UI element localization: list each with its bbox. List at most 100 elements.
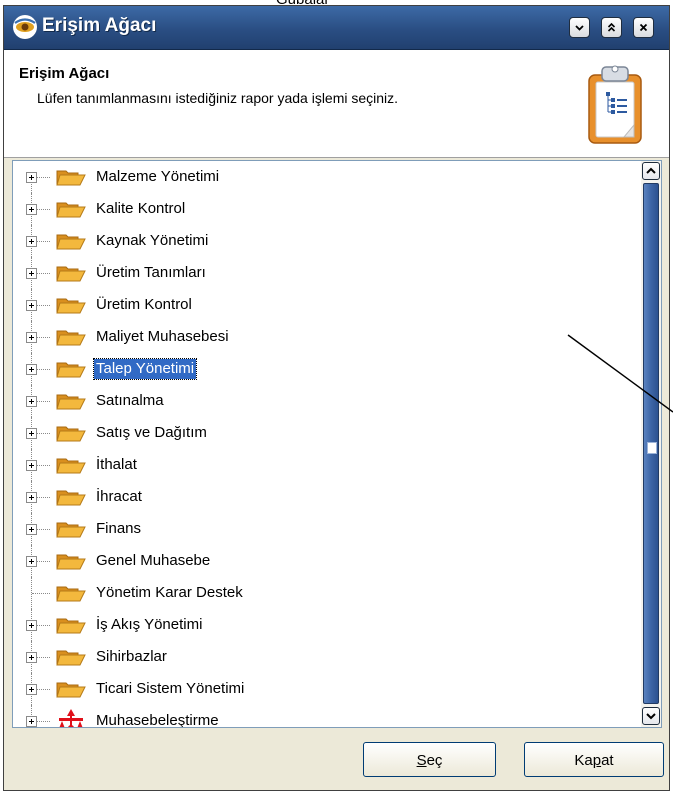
minimize-button[interactable] (569, 17, 590, 38)
tree-item[interactable]: Satış ve Dağıtım (13, 417, 633, 449)
eye-icon (13, 15, 37, 39)
expand-toggle-icon[interactable] (26, 556, 37, 567)
expand-toggle-icon[interactable] (26, 716, 37, 727)
double-chevron-up-icon (607, 22, 616, 32)
tree-item[interactable]: Üretim Kontrol (13, 289, 633, 321)
arrow-up-icon (646, 167, 656, 174)
tree-item-label[interactable]: İthalat (94, 455, 139, 475)
folder-icon (56, 615, 86, 640)
tree-item-label[interactable]: Sihirbazlar (94, 647, 169, 667)
maximize-button[interactable] (601, 17, 622, 38)
tree-item-label[interactable]: Ticari Sistem Yönetimi (94, 679, 246, 699)
scroll-down-button[interactable] (642, 707, 660, 725)
tree-item-label[interactable]: Maliyet Muhasebesi (94, 327, 231, 347)
folder-icon (56, 583, 86, 608)
folder-icon (56, 487, 86, 512)
close-label-pre: Ka (574, 752, 593, 769)
tree-item-label[interactable]: Genel Muhasebe (94, 551, 212, 571)
tree-item[interactable]: Finans (13, 513, 633, 545)
folder-icon (56, 263, 86, 288)
folder-icon (56, 391, 86, 416)
expand-toggle-icon[interactable] (26, 204, 37, 215)
tree-item-label[interactable]: Finans (94, 519, 143, 539)
close-button[interactable] (633, 17, 654, 38)
folder-icon (56, 647, 86, 672)
tree-item-label[interactable]: Muhasebeleştirme (94, 711, 221, 727)
tree-item[interactable]: Talep Yönetimi (13, 353, 633, 385)
expand-toggle-icon[interactable] (26, 492, 37, 503)
tree-item[interactable]: Muhasebeleştirme (13, 705, 633, 727)
expand-toggle-icon[interactable] (26, 236, 37, 247)
expand-toggle-icon[interactable] (26, 428, 37, 439)
close-label-post: at (601, 752, 614, 769)
header-description: Lüfen tanımlanmasını istediğiniz rapor y… (37, 90, 399, 106)
tree-item[interactable]: Maliyet Muhasebesi (13, 321, 633, 353)
expand-toggle-icon[interactable] (26, 300, 37, 311)
tree-item[interactable]: Kaynak Yönetimi (13, 225, 633, 257)
access-tree[interactable]: Malzeme Yönetimi Kalite Kontrol Kaynak Yön… (12, 160, 662, 728)
tree-item-label[interactable]: Üretim Kontrol (94, 295, 194, 315)
folder-icon (56, 327, 86, 352)
expand-toggle-icon[interactable] (26, 684, 37, 695)
tree-item[interactable]: Genel Muhasebe (13, 545, 633, 577)
header-title: Erişim Ağacı (19, 65, 110, 82)
arrow-down-icon (646, 713, 656, 720)
tree-item-label[interactable]: İş Akış Yönetimi (94, 615, 204, 635)
folder-icon (56, 519, 86, 544)
tree-item-label[interactable]: Talep Yönetimi (92, 358, 198, 380)
tree-item-label[interactable]: Yönetim Karar Destek (94, 583, 245, 603)
folder-icon (56, 359, 86, 384)
expand-toggle-icon[interactable] (26, 268, 37, 279)
folder-icon (56, 231, 86, 256)
folder-icon (56, 679, 86, 704)
expand-toggle-icon[interactable] (26, 396, 37, 407)
tree-item-label[interactable]: İhracat (94, 487, 144, 507)
select-label-post: eç (426, 752, 443, 769)
tree-item[interactable]: İthalat (13, 449, 633, 481)
red-network-icon (56, 708, 86, 727)
tree-item[interactable]: Malzeme Yönetimi (13, 161, 633, 193)
scroll-up-button[interactable] (642, 162, 660, 180)
folder-icon (56, 423, 86, 448)
select-button[interactable]: Seç (363, 742, 496, 777)
folder-icon (56, 295, 86, 320)
expand-toggle-icon[interactable] (26, 620, 37, 631)
tree-item[interactable]: Sihirbazlar (13, 641, 633, 673)
window-title: Erişim Ağacı (42, 15, 157, 36)
expand-toggle-icon[interactable] (26, 332, 37, 343)
access-tree-dialog: Erişim Ağacı Erişim Ağacı Lüfen tanımlan… (3, 5, 670, 791)
tree-item[interactable]: Yönetim Karar Destek (13, 577, 633, 609)
folder-icon (56, 167, 86, 192)
tree-item-label[interactable]: Satış ve Dağıtım (94, 423, 209, 443)
folder-icon (56, 551, 86, 576)
tree-item[interactable]: Ticari Sistem Yönetimi (13, 673, 633, 705)
clipboard-tree-icon (588, 65, 642, 144)
expand-toggle-icon[interactable] (26, 652, 37, 663)
tree-item[interactable]: İhracat (13, 481, 633, 513)
tree-item[interactable]: Satınalma (13, 385, 633, 417)
scroll-thumb[interactable] (643, 183, 659, 704)
close-dialog-button[interactable]: Kapat (524, 742, 664, 777)
expand-toggle-icon[interactable] (26, 460, 37, 471)
dialog-header: Erişim Ağacı Lüfen tanımlanmasını istedi… (4, 50, 669, 158)
folder-icon (56, 199, 86, 224)
scroll-grip (647, 442, 657, 454)
expand-toggle-icon[interactable] (26, 364, 37, 375)
tree-item-label[interactable]: Kaynak Yönetimi (94, 231, 210, 251)
expand-toggle-icon[interactable] (26, 172, 37, 183)
chevron-down-icon (575, 25, 584, 31)
vertical-scrollbar[interactable] (641, 161, 661, 727)
close-label-accel: p (592, 752, 602, 769)
select-label-accel: S (416, 752, 427, 769)
title-bar[interactable]: Erişim Ağacı (4, 6, 669, 50)
close-icon (639, 23, 648, 32)
tree-item-label[interactable]: Kalite Kontrol (94, 199, 187, 219)
tree-item-label[interactable]: Satınalma (94, 391, 166, 411)
tree-item[interactable]: İş Akış Yönetimi (13, 609, 633, 641)
tree-connector-line (32, 593, 50, 594)
tree-item-label[interactable]: Malzeme Yönetimi (94, 167, 221, 187)
tree-item[interactable]: Kalite Kontrol (13, 193, 633, 225)
tree-item-label[interactable]: Üretim Tanımları (94, 263, 208, 283)
tree-item[interactable]: Üretim Tanımları (13, 257, 633, 289)
expand-toggle-icon[interactable] (26, 524, 37, 535)
